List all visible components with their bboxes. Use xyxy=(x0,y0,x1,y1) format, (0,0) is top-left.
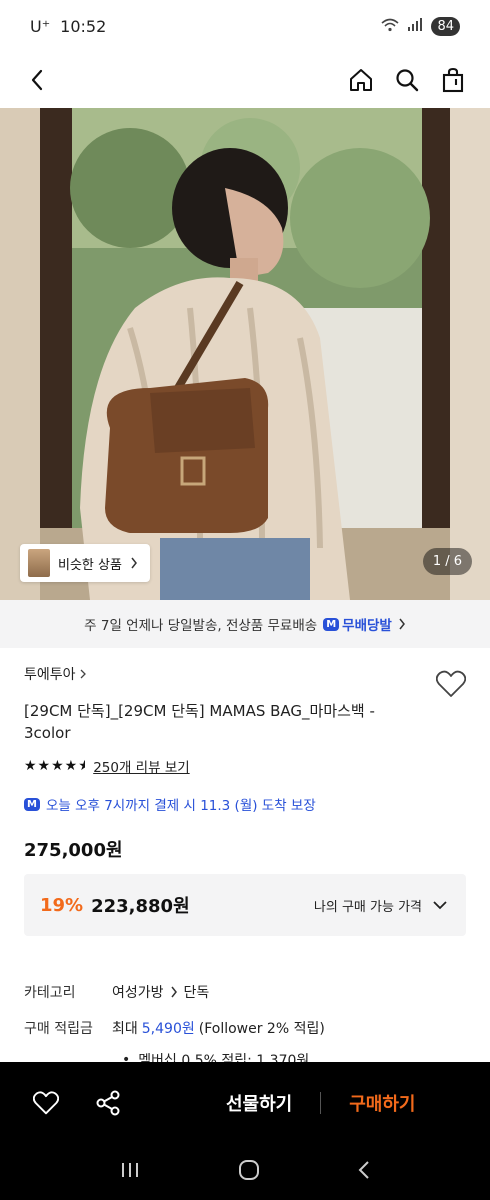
carrier-label: U⁺ xyxy=(30,16,51,36)
signal-icon xyxy=(407,17,423,36)
category-key: 카테고리 xyxy=(24,985,76,1001)
shipping-banner[interactable]: 주 7일 언제나 당일발송, 전상품 무료배송 M 무배당발 xyxy=(0,600,490,648)
home-icon[interactable] xyxy=(344,63,378,97)
chevron-right-icon xyxy=(399,618,405,630)
delivery-text: 오늘 오후 7시까지 결제 시 11.3 (월) 도착 보장 xyxy=(45,798,316,814)
heart-icon[interactable] xyxy=(30,1087,62,1119)
buy-button[interactable]: 구매하기 xyxy=(349,1090,415,1116)
similar-products-button[interactable]: 비슷한 상품 xyxy=(20,544,150,582)
gift-button[interactable]: 선물하기 xyxy=(226,1090,292,1116)
recent-apps-icon[interactable] xyxy=(119,1161,141,1183)
brand-name: 투에투아 xyxy=(24,667,76,683)
points-suffix: (Follower 2% 적립) xyxy=(198,1021,325,1037)
rating-stars-icon: ★★★★★ xyxy=(24,758,85,774)
discount-rate: 19% xyxy=(40,894,84,916)
category-link[interactable]: 여성가방 xyxy=(112,982,164,1002)
clock: 10:52 xyxy=(60,16,107,36)
original-price: 275,000원 xyxy=(24,840,123,861)
price-box: 19% 223,880원 나의 구매 가능 가격 xyxy=(24,874,466,936)
category-row: 카테고리 여성가방 단독 xyxy=(24,974,466,1010)
product-details: 카테고리 여성가방 단독 구매 적립금 최대 5,490원 (Follower 2… xyxy=(24,974,466,1074)
search-icon[interactable] xyxy=(390,63,424,97)
points-prefix: 최대 xyxy=(112,1021,138,1037)
chevron-right-icon xyxy=(170,986,177,998)
category-link[interactable]: 단독 xyxy=(184,982,210,1002)
share-icon[interactable] xyxy=(92,1087,124,1119)
action-divider xyxy=(320,1092,322,1114)
similar-product-thumbnail xyxy=(28,549,50,577)
m-badge-icon: M xyxy=(323,617,340,631)
wishlist-heart-icon[interactable] xyxy=(435,670,467,702)
delivery-guarantee: M 오늘 오후 7시까지 결제 시 11.3 (월) 도착 보장 xyxy=(24,794,466,814)
bottom-action-bar: 선물하기 구매하기 xyxy=(0,1062,490,1144)
points-key: 구매 적립금 xyxy=(24,1021,93,1037)
shopping-bag-icon[interactable] xyxy=(436,63,470,97)
image-page-indicator: 1 / 6 xyxy=(422,548,472,575)
brand-link[interactable]: 투에투아 xyxy=(24,662,466,686)
status-bar: U⁺ 10:52 84 xyxy=(0,0,490,52)
sale-price: 223,880원 xyxy=(91,896,190,917)
shipping-banner-text: 주 7일 언제나 당일발송, 전상품 무료배송 xyxy=(84,618,318,634)
free-shipping-logo: M 무배당발 xyxy=(323,614,392,634)
top-nav xyxy=(0,52,490,108)
product-info: 투에투아 [29CM 단독]_[29CM 단독] MAMAS BAG_마마스백 … xyxy=(24,662,467,862)
battery-indicator: 84 xyxy=(431,16,460,36)
system-back-icon[interactable] xyxy=(357,1159,371,1185)
similar-products-label: 비슷한 상품 xyxy=(58,557,122,573)
back-icon[interactable] xyxy=(20,63,54,97)
m-badge-icon: M xyxy=(24,797,40,811)
my-price-toggle[interactable]: 나의 구매 가능 가격 xyxy=(314,896,448,915)
product-title: [29CM 단독]_[29CM 단독] MAMAS BAG_마마스백 - 3co… xyxy=(24,702,375,742)
free-shipping-logo-text: 무배당발 xyxy=(342,618,392,634)
wifi-icon xyxy=(381,17,399,36)
chevron-down-icon xyxy=(433,901,447,910)
points-value: 5,490원 xyxy=(141,1021,195,1037)
my-price-label: 나의 구매 가능 가격 xyxy=(313,899,422,915)
review-link[interactable]: 250개 리뷰 보기 xyxy=(93,756,189,776)
chevron-right-icon xyxy=(131,557,137,569)
points-row: 구매 적립금 최대 5,490원 (Follower 2% 적립) xyxy=(24,1010,466,1046)
product-image[interactable]: 비슷한 상품 1 / 6 xyxy=(0,108,490,600)
home-circle-icon[interactable] xyxy=(238,1159,260,1185)
rating-row: ★★★★★ 250개 리뷰 보기 xyxy=(24,756,466,776)
chevron-right-icon xyxy=(80,669,86,679)
system-navigation-bar xyxy=(0,1144,490,1200)
